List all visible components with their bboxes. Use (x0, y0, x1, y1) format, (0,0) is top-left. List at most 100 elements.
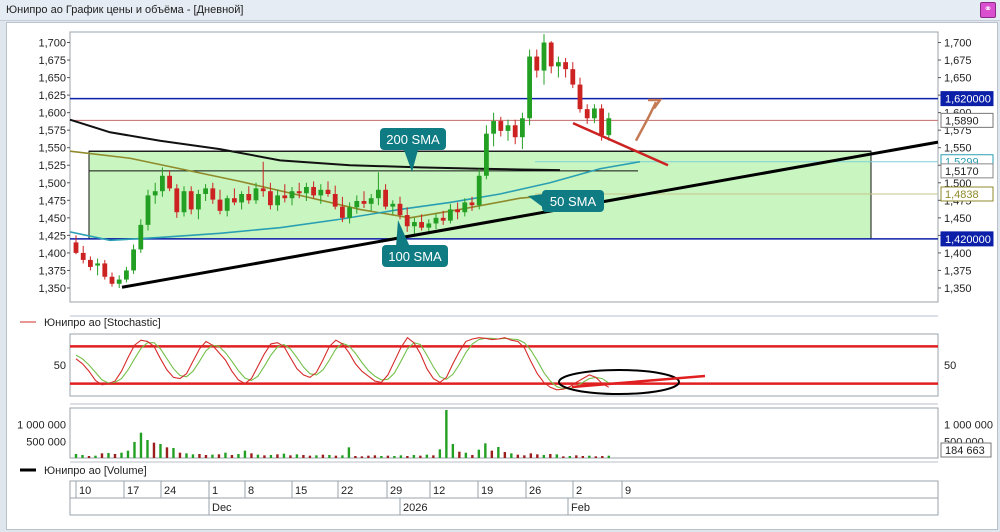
candle (426, 223, 432, 228)
price-axis-tick-left: 1,350 (38, 283, 66, 295)
price-axis-tick-left: 1,375 (38, 265, 66, 277)
candle (253, 188, 259, 201)
price-axis-tick-left: 1,600 (38, 108, 66, 120)
candle (196, 194, 201, 210)
time-axis-day-label: 29 (390, 485, 402, 497)
volume-bar (243, 450, 247, 458)
volume-bar (503, 452, 507, 458)
price-axis-tick-left: 1,475 (38, 195, 66, 207)
price-axis-tick-left: 1,450 (38, 213, 66, 225)
volume-bar (87, 456, 91, 458)
time-axis-day-label: 17 (127, 485, 139, 497)
volume-bar (399, 455, 403, 458)
candle (484, 133, 489, 176)
candle (541, 42, 547, 71)
candle (577, 84, 583, 110)
volume-bar (354, 456, 357, 458)
volume-bar (334, 455, 338, 458)
volume-bar (412, 455, 416, 458)
volume-bar (601, 456, 604, 458)
candle (455, 209, 460, 213)
volume-bar (133, 442, 136, 458)
legend-stochastic: Юнипро ао [Stochastic] (44, 317, 161, 329)
volume-bar (360, 456, 364, 458)
volume-bar (308, 455, 312, 458)
candle (260, 188, 266, 192)
candle (512, 125, 518, 138)
candle (404, 215, 410, 227)
volume-bar (386, 455, 390, 458)
time-axis-day-label: 8 (248, 485, 254, 497)
candle (584, 109, 590, 119)
volume-bar (204, 455, 208, 458)
price-axis-tick-left: 1,650 (38, 73, 66, 85)
volume-bar (321, 454, 325, 458)
candle (304, 186, 309, 194)
candle (376, 189, 381, 199)
candle (318, 189, 324, 196)
volume-bar (341, 455, 344, 458)
candle (102, 263, 108, 277)
candle (116, 279, 122, 284)
volume-bar (126, 450, 130, 458)
candle (181, 191, 187, 213)
candle (592, 108, 597, 119)
volume-bar (523, 455, 526, 458)
volume-bar (464, 452, 468, 458)
volume-bar (497, 447, 500, 458)
price-axis-tick-right: 1,675 (944, 55, 972, 67)
candle (498, 121, 504, 131)
panel-border (69, 407, 939, 459)
candle (131, 249, 136, 271)
level-tag-label: 1,420000 (945, 234, 991, 246)
volume-bar (516, 454, 520, 458)
candle (412, 222, 417, 227)
candle (124, 270, 129, 280)
candle (138, 224, 144, 250)
price-axis-tick-right: 1,550 (944, 143, 972, 155)
volume-bar (315, 455, 318, 458)
legend-volume: Юнипро ао [Volume] (44, 465, 147, 477)
volume-bar (581, 456, 585, 458)
candle (224, 198, 230, 211)
candle (368, 198, 374, 204)
time-axis-day-label: 12 (433, 485, 445, 497)
time-axis-day-label: 9 (625, 485, 631, 497)
candle (188, 191, 194, 210)
price-axis-tick-left: 1,425 (38, 230, 66, 242)
candle (239, 194, 244, 203)
chart-canvas[interactable]: 200 SMA 100 SMA 50 SMA 1,700 1,700 1,675 1,675… (0, 0, 1000, 532)
volume-bar (445, 410, 448, 458)
volume-bar (562, 456, 565, 458)
price-axis-tick-right: 1,700 (944, 38, 972, 50)
price-axis-tick-left: 1,700 (38, 38, 66, 50)
candle (563, 62, 568, 70)
price-axis-tick-right: 1,650 (944, 73, 972, 85)
volume-axis-tick-left: 500 000 (26, 436, 66, 448)
volume-bar (172, 448, 175, 458)
volume-bar (471, 455, 474, 458)
candle (340, 206, 345, 218)
volume-bar (139, 432, 143, 458)
volume-bar (289, 455, 292, 458)
price-axis-tick-left: 1,550 (38, 143, 66, 155)
candle (606, 118, 612, 136)
volume-bar (263, 455, 266, 458)
volume-bar (276, 454, 279, 458)
volume-bar (347, 447, 351, 458)
stoch-axis-tick-left: 50 (54, 360, 66, 372)
volume-bar (380, 456, 383, 458)
price-axis-tick-right: 1,450 (944, 213, 972, 225)
candle (311, 186, 316, 196)
volume-bar (250, 453, 253, 458)
time-axis-day-label: 10 (79, 485, 91, 497)
volume-bar (94, 455, 97, 458)
volume-bar (282, 453, 286, 458)
volume-bar (438, 449, 442, 458)
volume-bar (490, 450, 494, 458)
price-axis-tick-right: 1,375 (944, 265, 972, 277)
candle (80, 252, 86, 260)
candle (73, 242, 79, 253)
time-axis-month-label: Feb (571, 502, 590, 514)
time-axis-day-label: 26 (529, 485, 541, 497)
